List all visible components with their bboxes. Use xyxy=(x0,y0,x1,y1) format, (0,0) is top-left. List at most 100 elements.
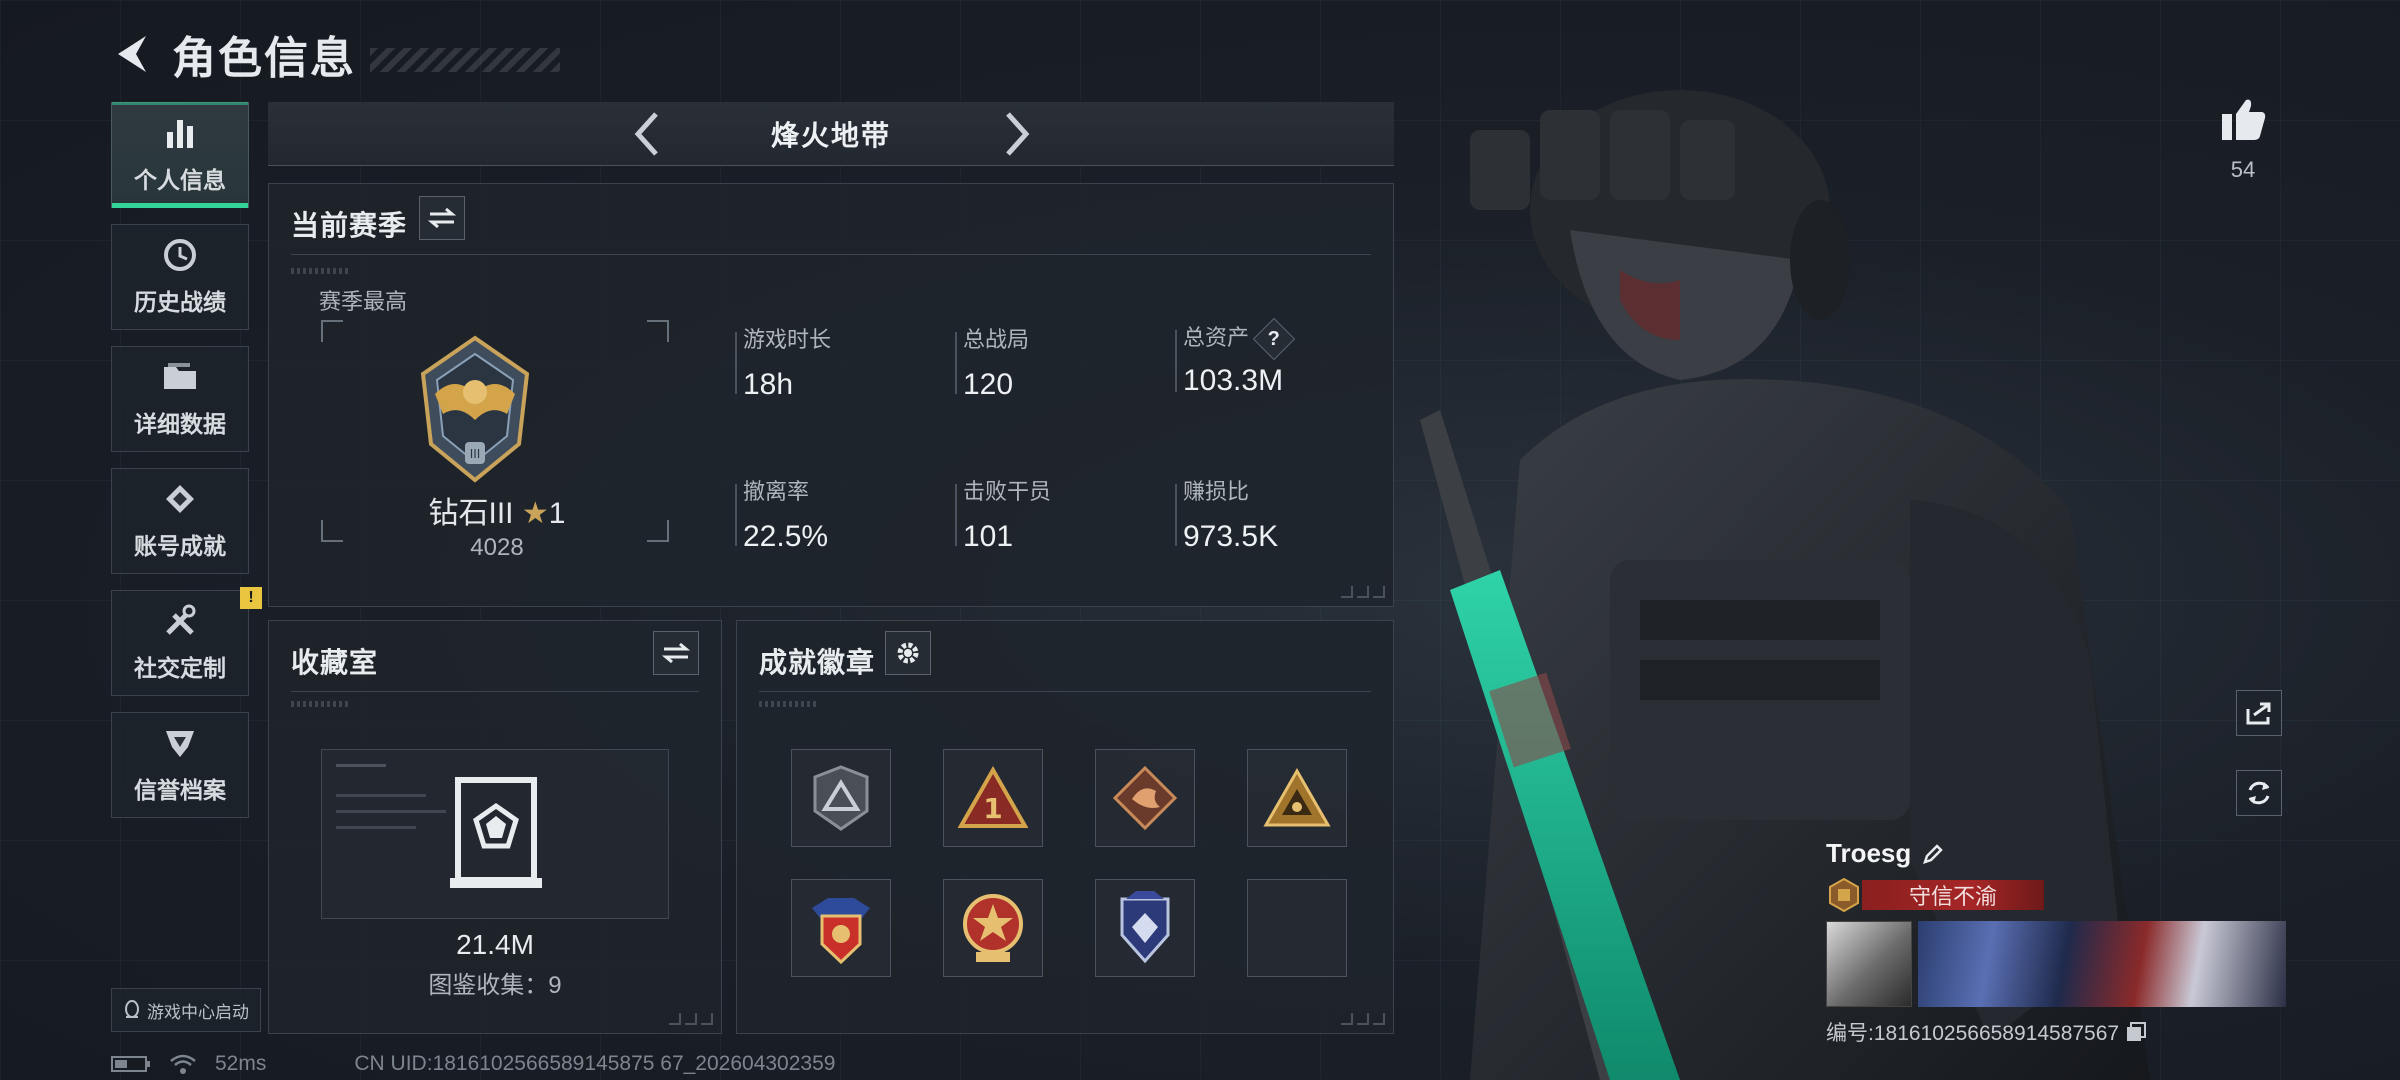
sidebar-item-label: 社交定制 xyxy=(134,655,226,681)
sidebar-item-label: 账号成就 xyxy=(134,533,226,559)
winged-shield-badge-icon xyxy=(812,898,870,965)
badge-settings-button[interactable] xyxy=(885,631,931,675)
stat-total-assets: 总资产? 103.3M xyxy=(1175,317,1296,398)
swap-icon xyxy=(428,207,456,229)
wifi-icon xyxy=(170,1054,196,1074)
badge-slot[interactable] xyxy=(1247,749,1347,847)
ping-text: 52ms xyxy=(215,1052,267,1075)
current-season-panel: 当前赛季 赛季最高 III 钻石III ★1 4028 游戏时长 18h 总战局… xyxy=(268,183,1394,607)
sidebar-item-detailed-data[interactable]: 详细数据 xyxy=(111,346,249,452)
stat-value: 22.5% xyxy=(743,520,829,553)
rank-stars: 1 xyxy=(548,497,566,530)
decoration xyxy=(759,701,819,707)
panel-divider xyxy=(759,691,1371,692)
achievement-badges-panel: 成就徽章 1 xyxy=(736,620,1394,1034)
mode-prev-button[interactable] xyxy=(623,110,671,158)
battery-icon xyxy=(111,1056,150,1072)
player-id-row: 编号:1816102566589145875​67 xyxy=(1826,1017,2286,1047)
grey-triangle-badge-icon xyxy=(813,765,869,831)
badge-slot[interactable] xyxy=(791,749,891,847)
chevron-left-icon xyxy=(634,112,658,156)
sidebar: 个人信息 历史战绩 详细数据 账号成就 ! 社交定制 信誉档案 xyxy=(111,102,262,834)
decoration xyxy=(291,268,351,274)
sidebar-item-social-custom[interactable]: ! 社交定制 xyxy=(111,587,262,696)
rank-name-row: 钻石III ★1 xyxy=(269,488,725,532)
chevron-right-icon xyxy=(1006,112,1030,156)
panel-divider xyxy=(291,254,1371,255)
sidebar-item-personal-info[interactable]: 个人信息 xyxy=(111,102,249,208)
tools-icon xyxy=(160,603,200,639)
rank-name: 钻石III xyxy=(428,497,514,530)
back-button[interactable] xyxy=(112,29,152,79)
stat-label: 总资产 xyxy=(1183,325,1250,350)
collection-panel: 收藏室 21.4M 图鉴收集：9 xyxy=(268,620,722,1034)
player-title: 守信不渝 xyxy=(1862,880,2044,910)
stat-value: 973.5K xyxy=(1183,520,1279,553)
share-button[interactable] xyxy=(2236,690,2282,736)
credit-shield-icon xyxy=(160,725,200,761)
stat-label: 总战局 xyxy=(963,327,1030,352)
title-decoration xyxy=(370,48,560,72)
decoration xyxy=(291,701,351,707)
status-bar: 52ms CN UID:1816102566589145875 67_20260… xyxy=(111,1052,835,1076)
player-title-row: 守信不渝 xyxy=(1826,877,2286,913)
sidebar-item-credit-record[interactable]: 信誉档案 xyxy=(111,712,249,818)
stat-value: 103.3M xyxy=(1183,364,1284,398)
uid-text: CN UID:1816102566589145875 67_2026043023… xyxy=(354,1052,836,1075)
folder-icon xyxy=(160,359,200,395)
display-case-icon xyxy=(336,764,542,888)
stat-label: 撤离率 xyxy=(743,479,810,504)
corner-decoration xyxy=(1341,586,1385,598)
panel-divider xyxy=(291,691,699,692)
copy-icon[interactable] xyxy=(2125,1021,2147,1043)
avatar[interactable] xyxy=(1826,921,1912,1007)
badge-slot[interactable] xyxy=(943,879,1043,977)
rank-star-icon: ★ xyxy=(521,497,549,530)
badge-slot[interactable] xyxy=(1095,879,1195,977)
collection-switch-button[interactable] xyxy=(653,631,699,675)
rank-score: 4028 xyxy=(470,534,524,561)
edit-name-icon[interactable] xyxy=(1921,842,1945,866)
swap-icon xyxy=(662,642,690,664)
badge-slot[interactable]: 1 xyxy=(943,749,1043,847)
stat-extract-rate: 撤离率 22.5% xyxy=(735,474,829,554)
player-id: 编号:1816102566589145875​67 xyxy=(1826,1022,2120,1045)
like-button[interactable]: 54 xyxy=(2218,96,2268,183)
mode-selector: 烽火地带 xyxy=(268,102,1394,166)
mode-next-button[interactable] xyxy=(993,110,1041,158)
refresh-icon xyxy=(2248,781,2270,805)
badge-slot[interactable] xyxy=(1095,749,1195,847)
corner-decoration xyxy=(1341,1013,1385,1025)
season-switch-button[interactable] xyxy=(419,196,465,240)
stat-play-time: 游戏时长 18h xyxy=(735,322,831,402)
title-emblem-icon xyxy=(1829,877,1859,913)
red-rank-one-badge-icon: 1 xyxy=(957,766,1029,828)
qq-icon xyxy=(125,1000,139,1018)
mode-title: 烽火地带 xyxy=(770,119,891,151)
bar-chart-icon xyxy=(160,115,200,151)
diamond-rank-emblem-icon: III xyxy=(420,335,530,483)
notification-badge: ! xyxy=(240,587,262,609)
badge-slot-empty[interactable] xyxy=(1247,879,1347,977)
badge-slot[interactable] xyxy=(791,879,891,977)
sidebar-item-label: 详细数据 xyxy=(134,411,226,437)
sidebar-item-achievements[interactable]: 账号成就 xyxy=(111,468,249,574)
sidebar-item-history[interactable]: 历史战绩 xyxy=(111,224,249,330)
sidebar-item-label: 历史战绩 xyxy=(134,289,226,315)
page-header: 角色信息 xyxy=(112,22,560,86)
dragon-badge-icon xyxy=(1112,765,1178,831)
game-center-button[interactable]: 游戏中心启动 xyxy=(111,988,261,1032)
season-title: 当前赛季 xyxy=(291,210,408,241)
achievements-title: 成就徽章 xyxy=(759,647,876,678)
like-count: 54 xyxy=(2230,157,2256,182)
blue-diamond-shield-badge-icon xyxy=(1120,891,1170,964)
player-name: Troesg xyxy=(1826,838,1912,868)
collection-showcase[interactable] xyxy=(321,749,669,919)
stat-kills: 击败干员 101 xyxy=(955,474,1052,554)
refresh-button[interactable] xyxy=(2236,770,2282,816)
help-button[interactable]: ? xyxy=(1252,317,1296,361)
player-banner[interactable] xyxy=(1826,921,2286,1007)
collection-value: 21.4M xyxy=(456,929,534,960)
stat-label: 击败干员 xyxy=(963,479,1052,504)
stat-total-matches: 总战局 120 xyxy=(955,322,1030,402)
